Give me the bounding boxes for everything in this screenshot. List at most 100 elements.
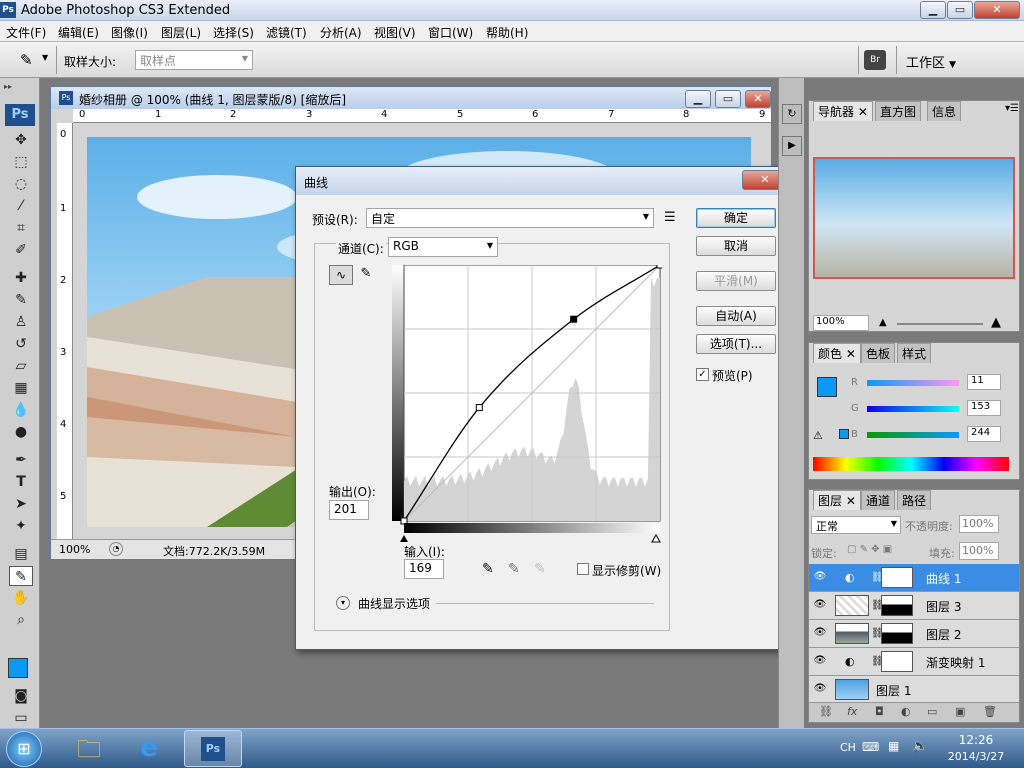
tab-paths[interactable]: 路径 [897, 490, 932, 510]
tab-swatches[interactable]: 色板 [861, 343, 896, 363]
blue-slider[interactable] [867, 432, 959, 438]
type-tool-icon[interactable]: T [9, 472, 33, 492]
brush-tool-icon[interactable]: ✎ [9, 290, 33, 310]
cancel-button[interactable]: 取消 [696, 236, 776, 256]
expand-chevron-icon[interactable]: ▾ [336, 596, 350, 610]
navigator-zoom-field[interactable]: 100% [813, 315, 869, 331]
menu-analysis[interactable]: 分析(A) [320, 24, 362, 41]
doc-minimize-button[interactable]: ▁ [685, 90, 711, 108]
curves-graph[interactable] [392, 265, 662, 545]
path-select-icon[interactable]: ➤ [9, 494, 33, 514]
tab-color[interactable]: 颜色 ✕ [813, 343, 861, 363]
start-button[interactable]: ⊞ [6, 731, 42, 767]
tab-histogram[interactable]: 直方图 [875, 101, 922, 121]
tab-navigator[interactable]: 导航器 ✕ [813, 101, 873, 121]
ruler-top[interactable]: 0 1 2 3 4 5 6 7 8 9 [73, 109, 771, 123]
add-mask-icon[interactable]: ◘ [875, 705, 884, 718]
web-safe-color-icon[interactable] [839, 429, 849, 439]
options-button[interactable]: 选项(T)... [696, 334, 776, 354]
slice-tool-icon[interactable]: ✐ [9, 240, 33, 260]
curve-point-tool-icon[interactable]: ∿ [329, 265, 353, 285]
visibility-eye-icon[interactable]: 👁 [813, 628, 827, 638]
zoom-out-icon[interactable]: ▲ [879, 317, 887, 328]
menu-window[interactable]: 窗口(W) [428, 24, 473, 41]
visibility-eye-icon[interactable]: 👁 [813, 572, 827, 582]
zoom-tool-icon[interactable]: ⌕ [9, 610, 33, 630]
curve-display-options-label[interactable]: 曲线显示选项 [358, 595, 430, 612]
doc-close-button[interactable]: ✕ [745, 90, 771, 108]
quick-mask-icon[interactable]: ◙ [9, 686, 33, 706]
layer-row-layer-2[interactable]: 👁 ⛓ 图层 2 [809, 620, 1019, 648]
adjustment-layer-icon[interactable]: ◐ [901, 705, 911, 718]
screen-mode-icon[interactable]: ▭ [9, 708, 33, 728]
workspace-button[interactable]: 工作区 ▼ [906, 52, 956, 71]
layer-mask-thumbnail[interactable] [881, 651, 913, 672]
channel-select[interactable]: RGB ▼ [388, 237, 498, 257]
history-brush-icon[interactable]: ↺ [9, 334, 33, 354]
blur-tool-icon[interactable]: 💧 [9, 400, 33, 420]
white-eyedropper-icon[interactable]: ✎ [534, 561, 546, 577]
sample-size-select[interactable]: 取样点 ▼ [135, 50, 253, 70]
zoom-level[interactable]: 100% [59, 543, 90, 556]
clone-stamp-icon[interactable]: ♙ [9, 312, 33, 332]
move-tool-icon[interactable]: ✥ [9, 130, 33, 150]
menu-file[interactable]: 文件(F) [6, 24, 46, 41]
zoom-in-icon[interactable]: ▲ [991, 315, 1001, 330]
layer-row-layer-3[interactable]: 👁 ⛓ 图层 3 [809, 592, 1019, 620]
foreground-color-swatch[interactable] [8, 658, 28, 678]
marquee-tool-icon[interactable]: ⬚ [9, 152, 33, 172]
collapse-icon[interactable]: ▸▸ [4, 82, 36, 92]
layer-mask-thumbnail[interactable] [881, 623, 913, 644]
keyboard-icon[interactable]: ⌨ [862, 740, 879, 754]
color-spectrum-bar[interactable] [813, 457, 1009, 471]
green-value[interactable]: 153 [967, 400, 1001, 416]
gradient-tool-icon[interactable]: ▦ [9, 378, 33, 398]
visibility-eye-icon[interactable]: 👁 [813, 600, 827, 610]
tab-channels[interactable]: 通道 [861, 490, 896, 510]
gray-eyedropper-icon[interactable]: ✎ [508, 561, 520, 577]
lasso-tool-icon[interactable]: ◌ [9, 174, 33, 194]
gamut-warning-icon[interactable]: ⚠ [813, 429, 823, 442]
tab-info[interactable]: 信息 [927, 101, 962, 121]
zoom-slider[interactable] [897, 323, 983, 325]
maximize-button[interactable]: ▭ [947, 1, 973, 19]
fill-field[interactable]: 100% [959, 542, 999, 560]
healing-brush-icon[interactable]: ✚ [9, 268, 33, 288]
trash-icon[interactable]: 🗑 [983, 705, 997, 718]
minimize-button[interactable]: ▁ [920, 1, 946, 19]
clock-date[interactable]: 2014/3/27 [938, 750, 1014, 763]
close-button[interactable]: ✕ [974, 1, 1020, 19]
pencil-icon[interactable]: ✎ [356, 266, 376, 286]
eyedropper-tool-icon[interactable]: ✎ [9, 566, 33, 586]
show-clipping-checkbox[interactable] [577, 563, 589, 575]
red-slider[interactable] [867, 380, 959, 386]
network-icon[interactable]: ▦ [888, 739, 899, 753]
shape-tool-icon[interactable]: ✦ [9, 516, 33, 536]
volume-icon[interactable]: 🔈 [912, 739, 928, 754]
menu-help[interactable]: 帮助(H) [486, 24, 528, 41]
blend-mode-select[interactable]: 正常 ▼ [811, 516, 901, 534]
doc-maximize-button[interactable]: ▭ [715, 90, 741, 108]
layer-mask-thumbnail[interactable] [881, 567, 913, 588]
tab-layers[interactable]: 图层 ✕ [813, 490, 861, 510]
dodge-tool-icon[interactable]: ● [9, 422, 33, 442]
smooth-button[interactable]: 平滑(M) [696, 271, 776, 291]
pen-tool-icon[interactable]: ✒ [9, 450, 33, 470]
preset-select[interactable]: 自定 ▼ [366, 208, 654, 228]
file-explorer-icon[interactable]: 🗀 [72, 733, 106, 765]
visibility-eye-icon[interactable]: 👁 [813, 656, 827, 666]
black-eyedropper-icon[interactable]: ✎ [482, 561, 494, 577]
green-slider[interactable] [867, 406, 959, 412]
link-layers-icon[interactable]: ⛓ [819, 705, 833, 718]
eyedropper-icon[interactable]: ✎ [20, 51, 33, 69]
preset-options-icon[interactable]: ☰ [664, 210, 676, 225]
internet-explorer-icon[interactable]: e [132, 733, 166, 765]
notes-tool-icon[interactable]: ▤ [9, 544, 33, 564]
clock-time[interactable]: 12:26 [956, 733, 996, 747]
actions-icon[interactable]: ▶ [782, 136, 802, 156]
navigator-thumbnail[interactable] [813, 157, 1015, 279]
foreground-color-swatch[interactable] [817, 377, 837, 397]
eraser-tool-icon[interactable]: ▱ [9, 356, 33, 376]
visibility-eye-icon[interactable]: 👁 [813, 684, 827, 694]
panel-menu-icon[interactable]: ▾☰ [1005, 103, 1019, 114]
